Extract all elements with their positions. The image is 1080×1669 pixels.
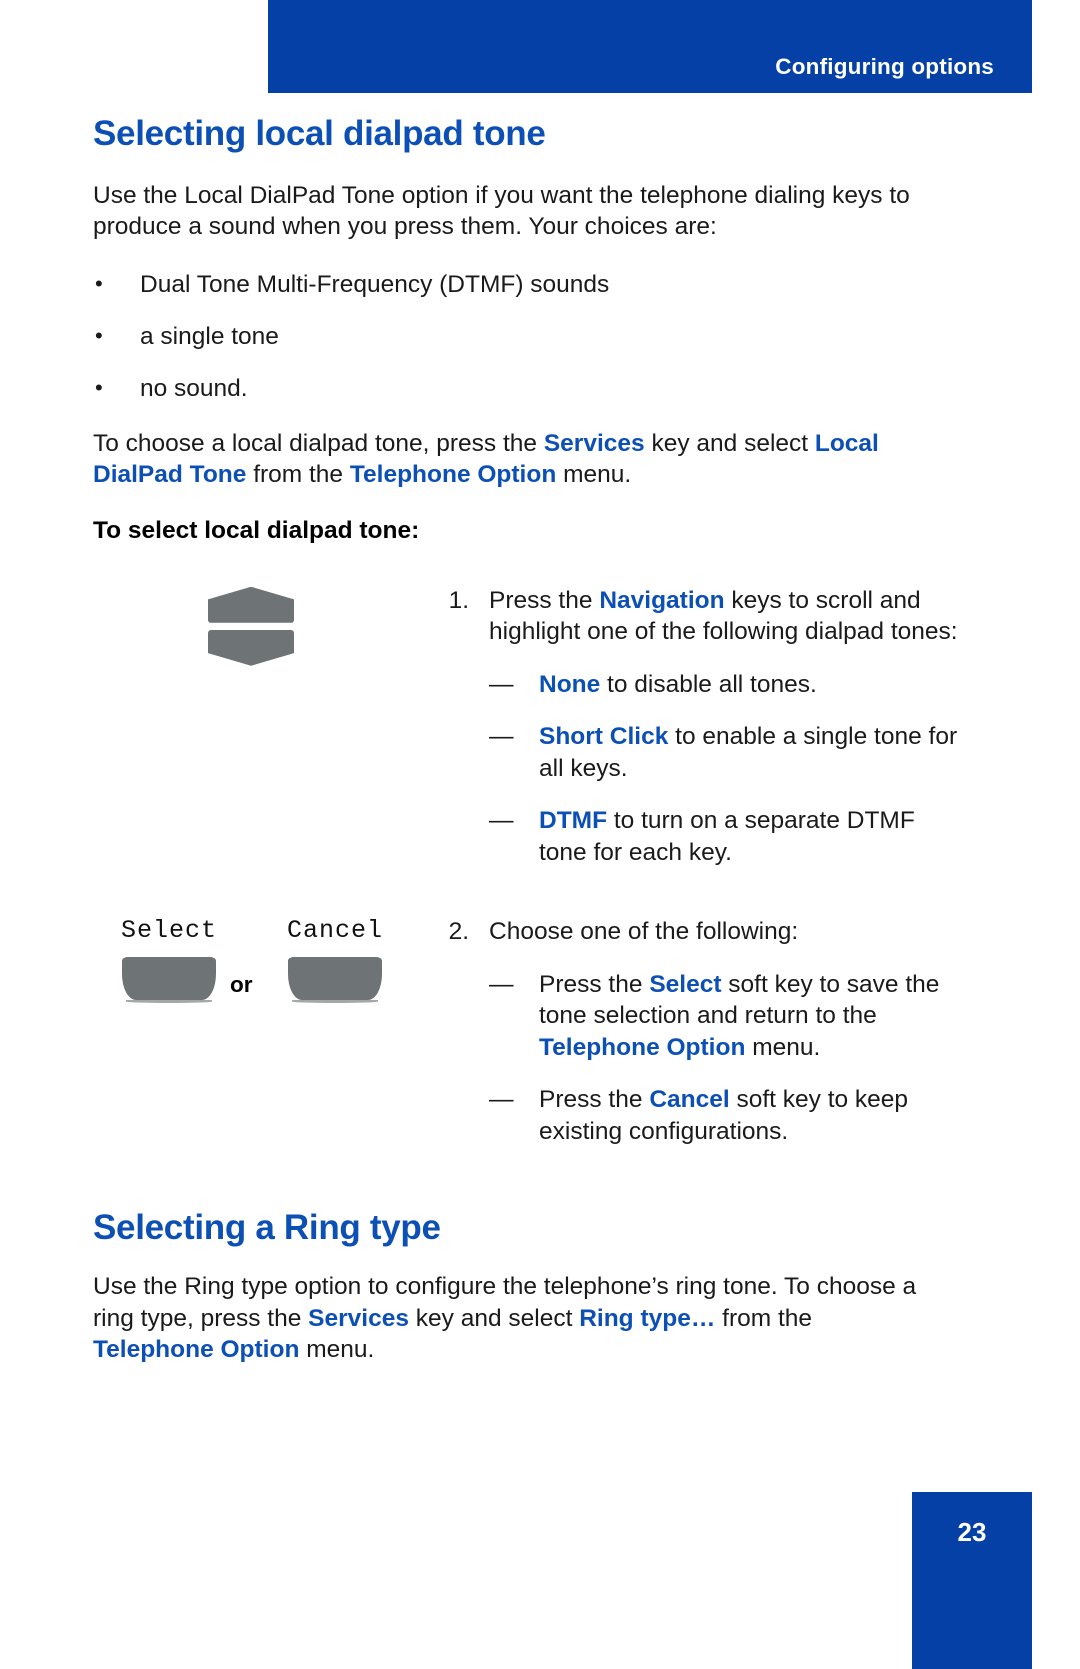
select-softkey-button-icon bbox=[122, 957, 216, 1004]
ring-text-3: from the bbox=[715, 1304, 813, 1332]
telephone-option-term: Telephone Option bbox=[349, 461, 557, 489]
select-term: Select bbox=[649, 970, 722, 998]
cancel-option-text-1: Press the bbox=[539, 1086, 650, 1114]
services-key-term: Services bbox=[543, 429, 645, 457]
step-number: 2. bbox=[448, 918, 469, 946]
select-softkey-label: Select bbox=[120, 916, 217, 946]
navigation-keys-pair bbox=[208, 586, 296, 673]
procedure-step-2: Select or Cancel 2. Choose one of the fo… bbox=[93, 916, 973, 1147]
step-text-1: Press the bbox=[489, 586, 600, 614]
choices-bullet-list: Dual Tone Multi-Frequency (DTMF) sounds … bbox=[93, 268, 973, 404]
services-key-term: Services bbox=[308, 1304, 409, 1332]
softkeys-graphic: Select or Cancel bbox=[93, 916, 423, 1036]
step-text: Choose one of the following: Press the S… bbox=[489, 916, 959, 1147]
intro-paragraph: Use the Local DialPad Tone option if you… bbox=[93, 181, 910, 241]
list-item: Dual Tone Multi-Frequency (DTMF) sounds bbox=[93, 268, 973, 300]
instruction-text-3: from the bbox=[246, 461, 350, 489]
instruction-text-2: key and select bbox=[644, 429, 815, 457]
page-content: Selecting local dialpad tone Use the Loc… bbox=[93, 114, 973, 1392]
ring-text-2: key and select bbox=[408, 1304, 580, 1332]
ring-text-4: menu. bbox=[299, 1336, 375, 1363]
page-header-bar: Configuring options bbox=[268, 0, 1032, 93]
select-softkey-group: Select bbox=[111, 916, 227, 1004]
page-title: Selecting local dialpad tone bbox=[93, 114, 546, 153]
tone-option-none-desc: to disable all tones. bbox=[600, 670, 817, 698]
list-item: Press the Select soft key to save the to… bbox=[489, 969, 959, 1064]
list-item: no sound. bbox=[93, 372, 973, 404]
instruction-paragraph: To choose a local dialpad tone, press th… bbox=[93, 428, 921, 491]
step-2-text: Choose one of the following: bbox=[489, 918, 799, 946]
ring-type-term: Ring type… bbox=[579, 1304, 716, 1332]
section-2-title: Selecting a Ring type bbox=[93, 1208, 441, 1248]
cancel-softkey-group: Cancel bbox=[277, 916, 393, 1004]
page-number-block: 23 bbox=[912, 1492, 1032, 1669]
procedure-heading: To select local dialpad tone: bbox=[93, 516, 420, 544]
page-number: 23 bbox=[957, 1517, 987, 1547]
instruction-text-1: To choose a local dialpad tone, press th… bbox=[93, 429, 544, 457]
step-2-options-list: Press the Select soft key to save the to… bbox=[489, 969, 959, 1148]
list-item: a single tone bbox=[93, 320, 973, 352]
tone-option-short-click: Short Click bbox=[539, 723, 669, 751]
telephone-option-term: Telephone Option bbox=[539, 1033, 746, 1061]
step-text: Press the Navigation keys to scroll and … bbox=[489, 585, 959, 869]
list-item: Short Click to enable a single tone for … bbox=[489, 721, 959, 784]
cancel-softkey-button-icon bbox=[288, 957, 382, 1004]
telephone-option-term: Telephone Option bbox=[93, 1336, 300, 1363]
navigation-term: Navigation bbox=[599, 586, 725, 614]
navigation-up-key-icon bbox=[208, 586, 294, 623]
list-item: DTMF to turn on a separate DTMF tone for… bbox=[489, 805, 959, 868]
softkeys-pair: Select or Cancel bbox=[93, 916, 423, 1036]
instruction-text-4: menu. bbox=[556, 461, 632, 489]
section-2-paragraph: Use the Ring type option to configure th… bbox=[93, 1271, 933, 1366]
cancel-term: Cancel bbox=[649, 1086, 730, 1114]
tone-option-dtmf: DTMF bbox=[539, 807, 608, 835]
header-title: Configuring options bbox=[775, 54, 994, 79]
list-item: Press the Cancel soft key to keep existi… bbox=[489, 1084, 959, 1147]
select-option-text-1: Press the bbox=[539, 970, 650, 998]
list-item: None to disable all tones. bbox=[489, 669, 959, 701]
select-option-text-3: menu. bbox=[745, 1033, 821, 1061]
step-number: 1. bbox=[448, 586, 469, 614]
tone-option-none: None bbox=[539, 670, 601, 698]
procedure-step-1: 1. Press the Navigation keys to scroll a… bbox=[93, 585, 973, 869]
or-separator-label: or bbox=[230, 972, 253, 998]
navigation-down-key-icon bbox=[208, 629, 294, 666]
cancel-softkey-label: Cancel bbox=[286, 916, 383, 946]
tone-options-list: None to disable all tones. Short Click t… bbox=[489, 669, 959, 869]
